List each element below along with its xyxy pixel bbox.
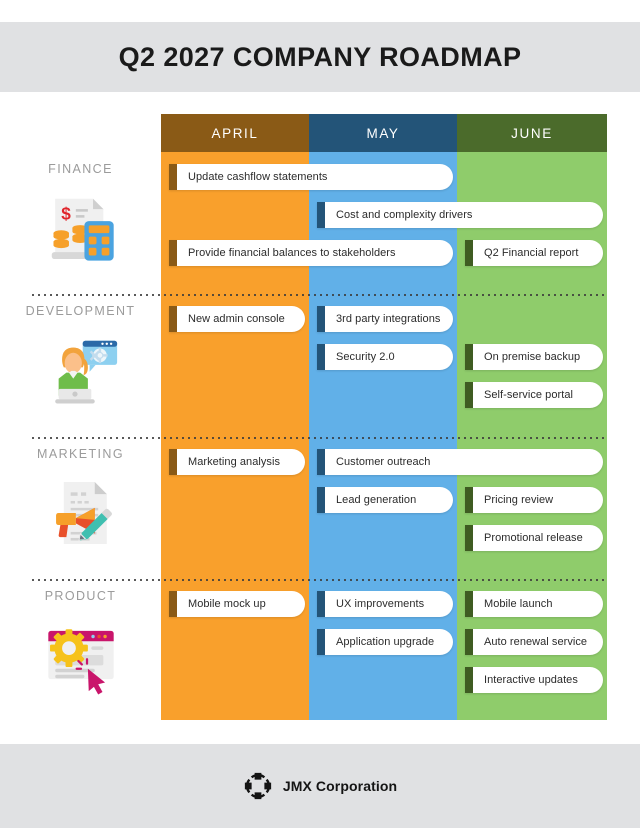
task-bar[interactable]: Interactive updates bbox=[465, 667, 603, 693]
task-bar[interactable]: 3rd party integrations bbox=[317, 306, 453, 332]
task-accent-bar bbox=[317, 591, 325, 617]
task-label: Lead generation bbox=[336, 494, 417, 506]
category-label: MARKETING bbox=[37, 447, 124, 461]
row-separator bbox=[30, 294, 607, 296]
task-accent-bar bbox=[317, 449, 325, 475]
task-label: New admin console bbox=[188, 313, 285, 325]
task-label: Auto renewal service bbox=[484, 636, 588, 648]
page-title: Q2 2027 COMPANY ROADMAP bbox=[118, 41, 522, 72]
task-accent-bar bbox=[317, 344, 325, 370]
task-bar[interactable]: Update cashflow statements bbox=[169, 164, 453, 190]
task-label: Application upgrade bbox=[336, 636, 435, 648]
task-label: Customer outreach bbox=[336, 456, 431, 468]
task-accent-bar bbox=[317, 629, 325, 655]
month-label: MAY bbox=[366, 125, 400, 141]
task-accent-bar bbox=[465, 240, 473, 266]
segmented-ring-squares-logo-icon bbox=[243, 771, 273, 801]
footer: JMX Corporation bbox=[0, 744, 640, 828]
month-label: JUNE bbox=[511, 125, 553, 141]
task-bar[interactable]: Marketing analysis bbox=[169, 449, 305, 475]
task-accent-bar bbox=[465, 382, 473, 408]
task-bar[interactable]: Q2 Financial report bbox=[465, 240, 603, 266]
section-row-finance: Update cashflow statements Cost and compl… bbox=[161, 152, 607, 294]
browser-gear-cursor-icon bbox=[38, 612, 124, 698]
category-label: DEVELOPMENT bbox=[25, 304, 136, 318]
task-accent-bar bbox=[317, 202, 325, 228]
timeline-chart: APRIL MAY JUNE Update cashflow statements C… bbox=[161, 114, 607, 720]
category-label: FINANCE bbox=[48, 162, 113, 176]
row-separator bbox=[30, 437, 607, 439]
task-bar[interactable]: UX improvements bbox=[317, 591, 453, 617]
task-label: Self-service portal bbox=[484, 389, 573, 401]
task-bar[interactable]: Customer outreach bbox=[317, 449, 603, 475]
task-label: Promotional release bbox=[484, 532, 583, 544]
task-label: Q2 Financial report bbox=[484, 247, 579, 259]
task-label: Pricing review bbox=[484, 494, 554, 506]
task-accent-bar bbox=[317, 487, 325, 513]
task-label: Provide financial balances to stakeholde… bbox=[188, 247, 396, 259]
task-bar[interactable]: Lead generation bbox=[317, 487, 453, 513]
developer-laptop-icon bbox=[38, 327, 124, 413]
month-header-june: JUNE bbox=[457, 114, 607, 152]
category-panel: FINANCE $ DEVELOPMENT MARKETING PRODUCT bbox=[0, 152, 161, 720]
task-label: Update cashflow statements bbox=[188, 171, 328, 183]
task-bar[interactable]: Provide financial balances to stakeholde… bbox=[169, 240, 453, 266]
task-label: 3rd party integrations bbox=[336, 313, 441, 325]
task-bar[interactable]: Self-service portal bbox=[465, 382, 603, 408]
task-label: Security 2.0 bbox=[336, 351, 395, 363]
company-name: JMX Corporation bbox=[282, 778, 398, 794]
task-label: Cost and complexity drivers bbox=[336, 209, 473, 221]
task-bar[interactable]: Cost and complexity drivers bbox=[317, 202, 603, 228]
task-accent-bar bbox=[465, 344, 473, 370]
megaphone-document-icon bbox=[38, 470, 124, 556]
task-accent-bar bbox=[465, 591, 473, 617]
category-development: DEVELOPMENT bbox=[0, 304, 161, 447]
task-label: Mobile mock up bbox=[188, 598, 266, 610]
task-bar[interactable]: On premise backup bbox=[465, 344, 603, 370]
task-accent-bar bbox=[169, 591, 177, 617]
section-row-product: Mobile mock up UX improvements Mobile laun… bbox=[161, 579, 607, 720]
task-bar[interactable]: Pricing review bbox=[465, 487, 603, 513]
task-bar[interactable]: New admin console bbox=[169, 306, 305, 332]
task-label: UX improvements bbox=[336, 598, 425, 610]
task-bar[interactable]: Mobile mock up bbox=[169, 591, 305, 617]
task-accent-bar bbox=[465, 629, 473, 655]
category-marketing: MARKETING bbox=[0, 447, 161, 589]
task-label: Interactive updates bbox=[484, 674, 578, 686]
task-accent-bar bbox=[465, 487, 473, 513]
task-bar[interactable]: Application upgrade bbox=[317, 629, 453, 655]
svg-text:$: $ bbox=[61, 203, 71, 223]
month-label: APRIL bbox=[211, 125, 259, 141]
task-accent-bar bbox=[465, 667, 473, 693]
task-label: Marketing analysis bbox=[188, 456, 280, 468]
task-label: On premise backup bbox=[484, 351, 581, 363]
section-row-development: New admin console 3rd party integrations S… bbox=[161, 294, 607, 437]
invoice-calculator-icon: $ bbox=[38, 185, 124, 271]
task-accent-bar bbox=[465, 525, 473, 551]
category-finance: FINANCE $ bbox=[0, 162, 161, 304]
section-row-marketing: Marketing analysis Customer outreach Lead … bbox=[161, 437, 607, 579]
task-bar[interactable]: Mobile launch bbox=[465, 591, 603, 617]
category-product: PRODUCT bbox=[0, 589, 161, 730]
month-header-april: APRIL bbox=[161, 114, 309, 152]
category-label: PRODUCT bbox=[44, 589, 117, 603]
title-bar: Q2 2027 COMPANY ROADMAP bbox=[0, 22, 640, 92]
roadmap-infographic: Q2 2027 COMPANY ROADMAP FINANCE $ DEVELO… bbox=[0, 0, 640, 828]
task-accent-bar bbox=[169, 240, 177, 266]
month-header-may: MAY bbox=[309, 114, 457, 152]
row-separator bbox=[30, 579, 607, 581]
task-accent-bar bbox=[169, 164, 177, 190]
task-label: Mobile launch bbox=[484, 598, 553, 610]
task-bar[interactable]: Promotional release bbox=[465, 525, 603, 551]
task-bar[interactable]: Auto renewal service bbox=[465, 629, 603, 655]
task-accent-bar bbox=[169, 306, 177, 332]
task-accent-bar bbox=[169, 449, 177, 475]
task-accent-bar bbox=[317, 306, 325, 332]
task-bar[interactable]: Security 2.0 bbox=[317, 344, 453, 370]
